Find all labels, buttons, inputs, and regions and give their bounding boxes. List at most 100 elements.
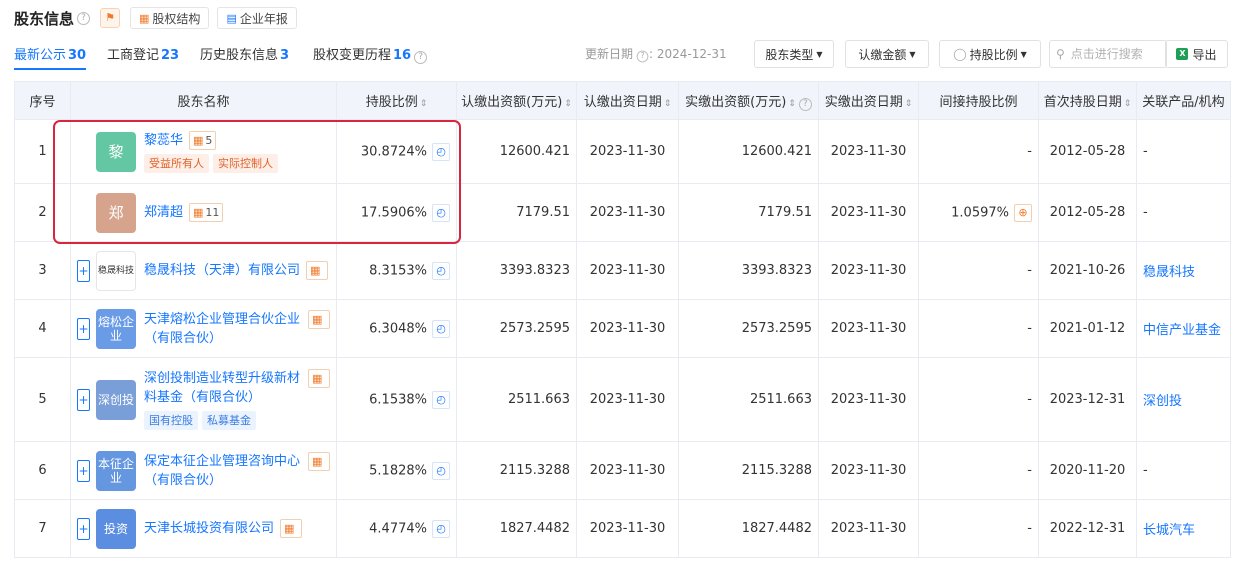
col-sub-date[interactable]: 认缴出资日期 ⇕ [576, 81, 679, 120]
tab-equity-changes[interactable]: 股权变更历程 16? [313, 44, 428, 64]
related-cell[interactable]: 长城汽车 [1136, 499, 1231, 558]
tab-registration[interactable]: 工商登记 23 [107, 44, 179, 63]
shareholder-type-dropdown[interactable]: 股东类型 ▼ [754, 40, 834, 68]
paid-amount-cell: 1827.4482 [678, 499, 819, 558]
col-first-date[interactable]: 首次持股日期 ⇕ [1038, 81, 1137, 120]
sub-date-cell: 2023-11-30 [576, 241, 679, 300]
equity-structure-icon[interactable]: ▦ [308, 309, 330, 329]
table-row[interactable]: 2+郑郑清超▦1117.5906%◴7179.512023-11-307179.… [14, 183, 1231, 242]
col-paid-amount[interactable]: 实缴出资额(万元) ⇕? [678, 81, 819, 120]
org-chart-icon: ▦ [139, 11, 150, 25]
shareholder-name-link[interactable]: 黎蕊华 [144, 131, 183, 150]
sub-date-cell: 2023-11-30 [576, 299, 679, 358]
tab-latest-label: 最新公示 [14, 48, 67, 63]
target-icon[interactable]: ⊕ [1014, 203, 1032, 222]
sort-icon[interactable]: ⇕ [905, 99, 913, 109]
relation-graph-button[interactable]: ▦ 5 [189, 130, 217, 150]
tab-history[interactable]: 历史股东信息 3 [200, 44, 289, 63]
help-icon[interactable]: ? [77, 11, 91, 25]
equity-structure-icon[interactable]: ▦ [280, 519, 303, 538]
help-icon[interactable]: ? [414, 51, 428, 64]
table-row[interactable]: 7 + 投资 天津长城投资有限公司 ▦ 4.4774% ◴ 1827.4482 2023-11-… [14, 499, 1231, 558]
shareholder-cell: +黎黎蕊华▦5受益所有人实际控制人 [70, 119, 337, 184]
table-row[interactable]: 4 + 熔松企业 天津熔松企业管理合伙企业（有限合伙） ▦ 6.3048% ◴ 2573.25… [14, 299, 1231, 358]
pie-chart-icon[interactable]: ◴ [432, 203, 450, 222]
shareholder-logo: 稳晟科技 [96, 250, 136, 291]
col-sub-amount[interactable]: 认缴出资额(万元) ⇕ [456, 81, 577, 120]
sort-icon[interactable]: ⇕ [664, 99, 672, 109]
sort-icon[interactable]: ⇕ [788, 99, 796, 109]
sort-icon[interactable]: ⇕ [564, 99, 572, 109]
expand-icon[interactable]: + [77, 517, 90, 540]
update-date: 更新日期?: 2024-12-31 [585, 47, 727, 63]
tag-list: 受益所有人 实际控制人 [144, 153, 330, 173]
ratio-dropdown[interactable]: ◯ 持股比例 ▼ [939, 40, 1041, 68]
subscribed-amount-dropdown[interactable]: 认缴金额 ▼ [845, 40, 929, 68]
col-ratio[interactable]: 持股比例 ⇕ [336, 81, 457, 120]
shareholder-name-link[interactable]: 天津长城投资有限公司 [144, 519, 274, 538]
expand-icon[interactable]: + [77, 459, 90, 482]
sort-icon[interactable]: ⇕ [420, 99, 428, 109]
expand-icon[interactable]: + [77, 317, 90, 340]
equity-structure-button[interactable]: ▦ 股权结构 [130, 7, 210, 29]
shareholder-name-link[interactable]: 稳晟科技（天津）有限公司 [144, 261, 300, 280]
sub-date-cell: 2023-11-30 [576, 357, 679, 442]
search-box[interactable]: ⚲ [1049, 40, 1167, 68]
tab-registration-label: 工商登记 [107, 48, 160, 63]
related-cell[interactable]: 稳晟科技 [1136, 241, 1231, 300]
indirect-value: 1.0597% [951, 205, 1009, 220]
related-cell[interactable]: 中信产业基金 [1136, 299, 1231, 358]
shareholder-name-link[interactable]: 保定本征企业管理咨询中心（有限合伙） [144, 452, 302, 490]
sub-date-cell: 2023-11-30 [576, 183, 679, 242]
table-row[interactable]: 6 + 本征企业 保定本征企业管理咨询中心（有限合伙） ▦ 5.1828% ◴ 2115.32… [14, 441, 1231, 500]
row-index: 1 [14, 119, 71, 184]
shareholder-name-link[interactable]: 深创投制造业转型升级新材料基金（有限合伙） [144, 369, 302, 407]
excel-icon: X [1176, 48, 1189, 60]
sub-date-cell: 2023-11-30 [576, 499, 679, 558]
update-date-value: 2024-12-31 [656, 47, 727, 61]
sub-date-cell: 2023-11-30 [576, 119, 679, 184]
pie-chart-icon[interactable]: ◴ [432, 390, 450, 409]
col-ratio-label: 持股比例 [365, 95, 418, 110]
shareholder-table: 序号 股东名称 持股比例 ⇕ 认缴出资额(万元) ⇕ 认缴出资日期 ⇕ 实缴出资额(万… [14, 81, 1231, 558]
col-sub-date-label: 认缴出资日期 [583, 95, 662, 110]
table-row[interactable]: 5 + 深创投 深创投制造业转型升级新材料基金（有限合伙） ▦ 国有控股 私募基金 6.153… [14, 357, 1231, 442]
indirect-cell: - [918, 119, 1039, 184]
col-first-date-label: 首次持股日期 [1043, 95, 1122, 110]
sort-icon[interactable]: ⇕ [1124, 99, 1132, 109]
indirect-value: - [1027, 144, 1032, 159]
shareholder-name-link[interactable]: 天津熔松企业管理合伙企业（有限合伙） [144, 310, 302, 348]
shareholder-name-link[interactable]: 郑清超 [144, 203, 183, 222]
tab-latest[interactable]: 最新公示 30 [14, 44, 87, 70]
relation-graph-button[interactable]: ▦ 11 [189, 203, 224, 222]
relation-count: 11 [205, 206, 220, 219]
equity-structure-icon[interactable]: ▦ [308, 369, 330, 388]
table-row[interactable]: 1+黎黎蕊华▦5受益所有人实际控制人30.8724%◴12600.4212023… [14, 119, 1231, 184]
search-input[interactable] [1068, 46, 1159, 62]
expand-icon[interactable]: + [77, 388, 90, 411]
pie-chart-icon[interactable]: ◴ [432, 519, 450, 538]
export-button[interactable]: X 导出 [1165, 40, 1228, 68]
col-indirect: 间接持股比例 [918, 81, 1039, 120]
equity-structure-icon[interactable]: ▦ [306, 261, 329, 280]
bell-icon[interactable]: ⚑ [100, 8, 121, 28]
ratio-cell: 4.4774% ◴ [336, 499, 457, 558]
related-cell[interactable]: 深创投 [1136, 357, 1231, 442]
paid-amount-cell: 2115.3288 [678, 441, 819, 500]
table-row[interactable]: 3 + 稳晟科技 稳晟科技（天津）有限公司 ▦ 8.3153% ◴ 3393.8323 2023… [14, 241, 1231, 300]
search-icon: ⚲ [1056, 47, 1065, 61]
col-paid-date[interactable]: 实缴出资日期 ⇕ [818, 81, 919, 120]
ratio-cell: 17.5906% ◴ [336, 183, 457, 242]
equity-structure-icon[interactable]: ▦ [308, 451, 330, 471]
tab-history-count: 3 [280, 48, 290, 63]
expand-icon[interactable]: + [77, 259, 90, 282]
pie-chart-icon[interactable]: ◴ [432, 319, 450, 338]
help-icon[interactable]: ? [636, 50, 649, 63]
annual-report-button[interactable]: ▤ 企业年报 [217, 7, 297, 29]
help-icon[interactable]: ? [798, 97, 812, 111]
pie-chart-icon[interactable]: ◴ [432, 142, 450, 161]
caret-down-icon: ▼ [909, 49, 916, 59]
pie-chart-icon[interactable]: ◴ [432, 261, 450, 280]
tab-equity-changes-count: 16 [393, 48, 412, 63]
pie-chart-icon[interactable]: ◴ [432, 461, 450, 480]
